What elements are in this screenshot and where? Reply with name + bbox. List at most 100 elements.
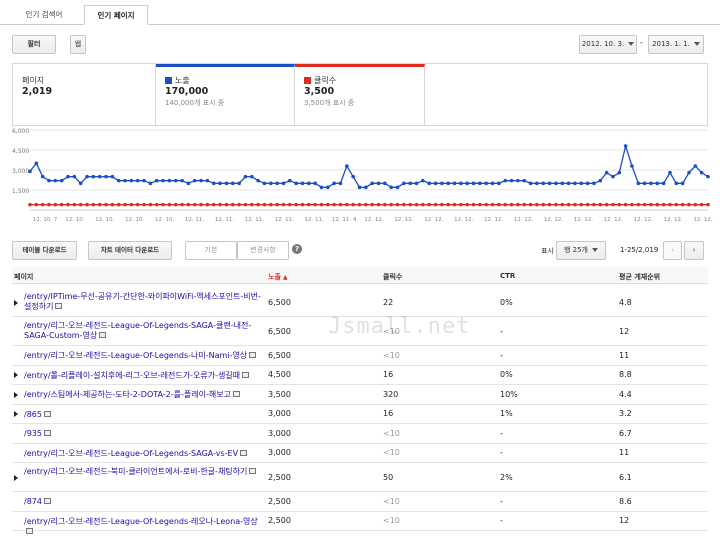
next-page-button[interactable]: ›: [684, 241, 704, 260]
data-point: [319, 202, 324, 207]
col-position[interactable]: 평균 게재순위: [619, 272, 660, 282]
data-point: [268, 181, 273, 186]
cell-ctr: 2%: [500, 472, 513, 482]
end-date-picker[interactable]: 2013. 1. 1.: [648, 35, 704, 54]
col-page[interactable]: 페이지: [14, 272, 33, 282]
data-point: [440, 202, 444, 207]
data-point: [338, 202, 343, 207]
data-point: [522, 178, 527, 183]
view-basic-button[interactable]: 기본: [185, 241, 237, 260]
table-row: /entry/리그-오브-레전드-League-Of-Legends-레오나-L…: [12, 512, 708, 534]
data-point: [211, 181, 216, 186]
date-separator: -: [640, 38, 643, 47]
data-point: [53, 202, 58, 207]
summary-clicks[interactable]: 클릭수 3,500 3,500개 표시 중: [295, 64, 425, 125]
data-point: [503, 178, 508, 183]
external-link-icon[interactable]: [26, 527, 33, 534]
external-link-icon[interactable]: [249, 468, 257, 474]
expand-arrow-icon[interactable]: [14, 391, 18, 398]
help-icon[interactable]: ?: [292, 244, 302, 254]
table-row: /865 3,000 16 1% 3.2: [12, 405, 708, 424]
page-url[interactable]: /865: [24, 410, 42, 419]
external-link-icon[interactable]: [43, 410, 51, 417]
page-link[interactable]: /935: [24, 429, 264, 439]
cell-position: 6.7: [619, 428, 632, 438]
data-point: [471, 202, 476, 207]
data-point: [490, 202, 495, 207]
cell-ctr: -: [500, 350, 503, 360]
page-link[interactable]: /entry/리그-오브-레전드-League-Of-Legends-SAGA-…: [24, 321, 264, 341]
page-url[interactable]: /874: [24, 497, 42, 506]
external-link-icon[interactable]: [242, 371, 250, 378]
external-link-icon[interactable]: [232, 391, 240, 397]
page-link[interactable]: /entry/리그-오브-레전드-League-Of-Legends-나미-Na…: [24, 351, 264, 361]
prev-page-button[interactable]: ‹: [663, 241, 682, 260]
external-link-icon[interactable]: [99, 332, 107, 338]
data-point: [129, 178, 134, 183]
expand-arrow-icon[interactable]: [14, 411, 18, 418]
data-point: [446, 181, 451, 186]
rows-per-page-select[interactable]: 행 25개: [556, 241, 606, 260]
page-url[interactable]: /entry/리그-오브-레전드-League-Of-Legends-나미-Na…: [24, 351, 247, 360]
page-url[interactable]: /entry/리그-오브-레전드-북미-클라이언트에서-로비-한글-채팅하기: [24, 467, 247, 476]
filter-button[interactable]: 필터: [12, 35, 56, 54]
col-impressions[interactable]: 노출 ▲: [268, 272, 288, 282]
web-filter-button[interactable]: 웹: [70, 35, 86, 54]
page-link[interactable]: /entry/리그-오브-레전드-북미-클라이언트에서-로비-한글-채팅하기: [24, 467, 264, 477]
tab-popular-pages[interactable]: 인기 페이지: [84, 5, 148, 25]
page-link[interactable]: /874: [24, 497, 264, 507]
cell-impressions: 3,500: [268, 389, 291, 399]
page-link[interactable]: /865: [24, 410, 264, 420]
table-row: /entry/스팀에서-제공하는-도타-2-DOTA-2-를-플레이-해보고 3,…: [12, 385, 708, 405]
page-url[interactable]: /entry/리그-오브-레전드-League-Of-Legends-레오나-L…: [24, 517, 258, 526]
data-point: [205, 202, 210, 207]
external-link-icon[interactable]: [43, 430, 51, 436]
start-date-picker[interactable]: 2012. 10. 3.: [579, 35, 637, 54]
expand-arrow-icon[interactable]: [14, 299, 18, 306]
page-url[interactable]: /935: [24, 429, 42, 438]
page-url[interactable]: /entry/리그-오브-레전드-League-Of-Legends-SAGA-…: [24, 321, 251, 340]
data-point: [421, 178, 425, 183]
x-tick-label: 12. 10.: [95, 217, 114, 223]
expand-arrow-icon[interactable]: [14, 372, 18, 379]
data-point: [661, 181, 666, 186]
external-link-icon[interactable]: [240, 449, 248, 456]
external-link-icon[interactable]: [249, 352, 257, 358]
data-point: [579, 202, 584, 207]
data-point: [497, 202, 501, 207]
view-changes-button[interactable]: 변경사항: [237, 241, 289, 260]
data-point: [85, 174, 89, 179]
page-link[interactable]: /entry/IPTime-무선-공유기-간단한-와이파이WiFi-액세스포인트…: [24, 292, 264, 312]
data-point: [408, 181, 412, 186]
data-point: [116, 178, 121, 183]
x-tick-label: 12. 11.: [275, 217, 294, 223]
page-url[interactable]: /entry/리그-오브-레전드-League-Of-Legends-SAGA-…: [24, 449, 238, 458]
download-table-button[interactable]: 테이블 다운로드: [12, 241, 77, 260]
data-point: [541, 181, 546, 186]
x-tick-label: 12. 11.: [185, 217, 204, 223]
cell-position: 8.6: [619, 496, 632, 506]
external-link-icon[interactable]: [55, 303, 63, 309]
page-link[interactable]: /entry/롤-리플레이-설치후에-리그-오브-레전드가-오류가-생길때: [24, 371, 264, 381]
data-point: [655, 202, 660, 207]
page-link[interactable]: /entry/스팀에서-제공하는-도타-2-DOTA-2-를-플레이-해보고: [24, 390, 264, 400]
data-point: [687, 170, 691, 175]
expand-arrow-icon[interactable]: [14, 474, 18, 481]
page-link[interactable]: /entry/리그-오브-레전드-League-Of-Legends-SAGA-…: [24, 449, 264, 459]
cell-ctr: -: [500, 516, 503, 526]
x-tick-label: 12. 12.: [604, 217, 623, 223]
data-point: [699, 170, 704, 175]
download-chart-button[interactable]: 차트 데이터 다운로드: [88, 241, 172, 260]
data-point: [91, 202, 96, 207]
page-url[interactable]: /entry/롤-리플레이-설치후에-리그-오브-레전드가-오류가-생길때: [24, 371, 240, 380]
col-clicks[interactable]: 클릭수: [383, 272, 402, 282]
page-link[interactable]: /entry/리그-오브-레전드-League-Of-Legends-레오나-L…: [24, 517, 264, 537]
col-ctr[interactable]: CTR: [500, 272, 515, 280]
tab-popular-queries[interactable]: 인기 검색어: [12, 5, 76, 25]
page-url[interactable]: /entry/스팀에서-제공하는-도타-2-DOTA-2-를-플레이-해보고: [24, 390, 231, 399]
external-link-icon[interactable]: [43, 498, 51, 504]
data-point: [135, 202, 140, 207]
summary-impressions[interactable]: 노출 170,000 140,000개 표시 중: [156, 64, 295, 125]
chevron-down-icon: [628, 42, 635, 46]
cell-position: 4.4: [619, 389, 632, 399]
